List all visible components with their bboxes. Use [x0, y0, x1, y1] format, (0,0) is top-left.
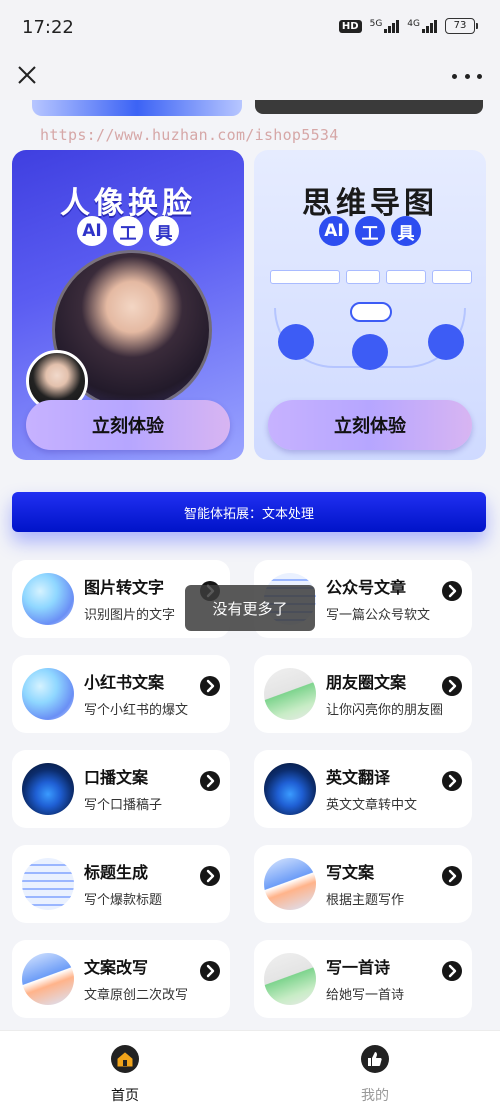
tool-desc: 根据主题写作	[326, 893, 405, 908]
tool-title: 公众号文章	[326, 578, 407, 597]
tab-mine[interactable]: 我的	[315, 1045, 435, 1105]
close-icon[interactable]	[12, 60, 42, 90]
tool-title: 图片转文字	[84, 578, 165, 597]
doc-icon	[264, 858, 316, 910]
doc-icon	[22, 953, 74, 1005]
thumbs-up-icon	[361, 1045, 389, 1073]
battery-level: 73	[445, 18, 475, 34]
chevron-right-icon[interactable]	[442, 581, 462, 601]
tool-card-copywriting[interactable]: 写文案 根据主题写作	[254, 845, 472, 923]
list-icon	[22, 858, 74, 910]
screen-icon	[22, 763, 74, 815]
tool-card-xiaohongshu[interactable]: 小红书文案 写个小红书的爆文	[12, 655, 230, 733]
tool-card-title-gen[interactable]: 标题生成 写个爆款标题	[12, 845, 230, 923]
strip-right-image	[255, 100, 483, 114]
tab-home[interactable]: 首页	[65, 1045, 185, 1105]
tool-title: 写一首诗	[326, 958, 391, 977]
banner-tag: AI	[319, 216, 349, 246]
banner-face-swap[interactable]: 人像换脸 AI 工 具 立刻体验	[12, 150, 244, 460]
cube-icon	[22, 668, 74, 720]
tool-title: 标题生成	[84, 863, 149, 882]
tool-title: 小红书文案	[84, 673, 165, 692]
tool-desc: 写个口播稿子	[84, 798, 163, 813]
tool-title: 文案改写	[84, 958, 149, 977]
banner-mind-map[interactable]: 思维导图 AI 工 具 立刻体验	[254, 150, 486, 460]
banner-tags: AI 工 具	[254, 216, 486, 246]
tool-title: 口播文案	[84, 768, 149, 787]
tool-desc: 写一篇公众号软文	[326, 608, 431, 623]
tab-label: 我的	[361, 1088, 389, 1104]
tool-desc: 识别图片的文字	[84, 608, 176, 623]
signal-4g-icon: 4G	[407, 19, 437, 33]
status-bar: 17:22 HD 5G 4G 73	[0, 0, 500, 52]
tab-label: 首页	[111, 1088, 139, 1104]
signal-5g-icon: 5G	[370, 19, 400, 33]
tool-desc: 给她写一首诗	[326, 988, 405, 1003]
battery-icon: 73	[445, 18, 478, 34]
mind-map-illustration	[264, 258, 476, 388]
nav-bar	[0, 52, 500, 100]
tool-card-voiceover[interactable]: 口播文案 写个口播稿子	[12, 750, 230, 828]
tool-desc: 写个爆款标题	[84, 893, 163, 908]
chevron-right-icon[interactable]	[442, 771, 462, 791]
more-icon[interactable]	[452, 64, 482, 88]
chevron-right-icon[interactable]	[442, 676, 462, 696]
chevron-right-icon[interactable]	[200, 961, 220, 981]
status-indicators: HD 5G 4G 73	[338, 18, 478, 34]
banner-tag: 具	[149, 216, 179, 246]
tool-title: 英文翻译	[326, 768, 391, 787]
chevron-right-icon[interactable]	[442, 866, 462, 886]
toast-message: 没有更多了	[185, 585, 315, 631]
banner-tag: 具	[391, 216, 421, 246]
banner-tag: 工	[113, 216, 143, 246]
paper-icon	[264, 668, 316, 720]
tool-card-rewrite[interactable]: 文案改写 文章原创二次改写	[12, 940, 230, 1018]
chevron-right-icon[interactable]	[442, 961, 462, 981]
banner-tag: 工	[355, 216, 385, 246]
screen-icon	[264, 763, 316, 815]
try-now-button[interactable]: 立刻体验	[268, 400, 472, 450]
tool-title: 朋友圈文案	[326, 673, 407, 692]
chevron-right-icon[interactable]	[200, 866, 220, 886]
tool-card-moments[interactable]: 朋友圈文案 让你闪亮你的朋友圈	[254, 655, 472, 733]
tool-card-translate[interactable]: 英文翻译 英文文章转中文	[254, 750, 472, 828]
tool-desc: 英文文章转中文	[326, 798, 418, 813]
watermark: https://www.huzhan.com/ishop5534	[40, 126, 339, 144]
hd-badge: HD	[338, 19, 362, 33]
paper-icon	[264, 953, 316, 1005]
tool-title: 写文案	[326, 863, 375, 882]
bottom-tab-bar: 首页 我的	[0, 1030, 500, 1111]
tool-desc: 文章原创二次改写	[84, 988, 189, 1003]
chevron-right-icon[interactable]	[200, 676, 220, 696]
tool-desc: 写个小红书的爆文	[84, 703, 189, 718]
chevron-right-icon[interactable]	[200, 771, 220, 791]
banner-tag: AI	[77, 216, 107, 246]
strip-left-image	[32, 100, 242, 116]
status-time: 17:22	[22, 17, 74, 38]
tool-card-poem[interactable]: 写一首诗 给她写一首诗	[254, 940, 472, 1018]
cube-icon	[22, 573, 74, 625]
tool-desc: 让你闪亮你的朋友圈	[326, 703, 444, 718]
try-now-button[interactable]: 立刻体验	[26, 400, 230, 450]
section-title-bar: 智能体拓展：文本处理	[12, 492, 486, 532]
main-content: https://www.huzhan.com/ishop5534 人像换脸 AI…	[0, 100, 500, 1030]
top-strip	[12, 100, 488, 118]
banner-tags: AI 工 具	[12, 216, 244, 246]
home-icon	[111, 1045, 139, 1073]
